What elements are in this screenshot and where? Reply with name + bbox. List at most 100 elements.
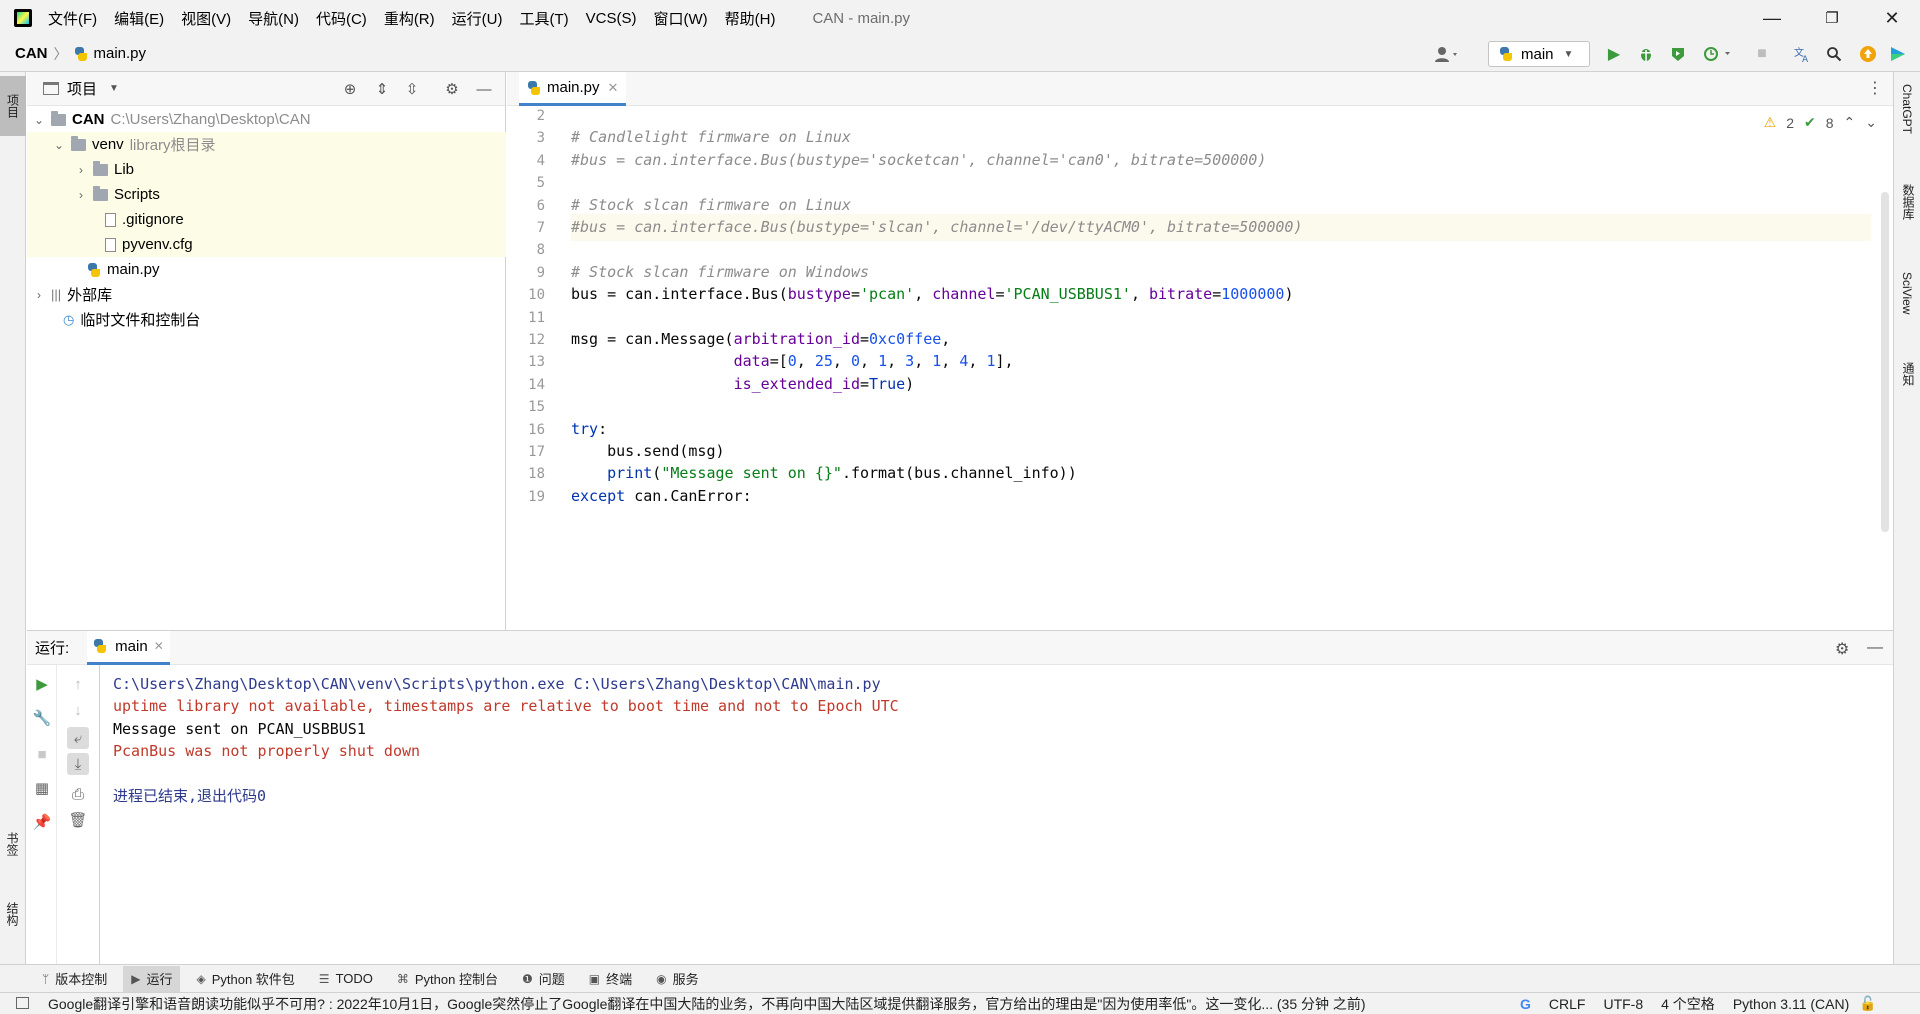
sciview-stripe-button[interactable]: SciView bbox=[1900, 272, 1914, 314]
indent-setting[interactable]: 4 个空格 bbox=[1661, 994, 1715, 1014]
tree-item-main-py[interactable]: main.py bbox=[27, 257, 506, 282]
chevron-down-icon[interactable]: ⌄ bbox=[33, 113, 45, 127]
hide-panel-icon[interactable]: — bbox=[1867, 639, 1883, 657]
chevron-right-icon[interactable]: › bbox=[75, 188, 87, 202]
line-number[interactable]: 8 bbox=[537, 242, 545, 258]
database-stripe-button[interactable]: 数据库 bbox=[1900, 184, 1917, 220]
menu-tools[interactable]: 工具(T) bbox=[519, 8, 568, 29]
line-number[interactable]: 5 bbox=[537, 175, 545, 191]
lock-icon[interactable]: 🔓 bbox=[1859, 995, 1876, 1012]
update-icon[interactable] bbox=[1858, 44, 1878, 64]
line-number[interactable]: 14 bbox=[528, 377, 545, 393]
menu-code[interactable]: 代码(C) bbox=[316, 8, 367, 29]
line-number[interactable]: 18 bbox=[528, 466, 545, 482]
status-message[interactable]: Google翻译引擎和语音朗读功能似乎不可用? : 2022年10月1日，Goo… bbox=[48, 994, 1488, 1014]
google-translate-icon[interactable]: G bbox=[1520, 996, 1531, 1012]
menu-navigate[interactable]: 导航(N) bbox=[248, 8, 299, 29]
menu-refactor[interactable]: 重构(R) bbox=[384, 8, 435, 29]
menu-help[interactable]: 帮助(H) bbox=[725, 8, 776, 29]
line-number[interactable]: 13 bbox=[528, 354, 545, 370]
inspection-widget[interactable]: ⚠ 2 ✔ 8 ⌃ ⌄ bbox=[1764, 114, 1877, 131]
file-encoding[interactable]: UTF-8 bbox=[1603, 996, 1643, 1012]
line-number[interactable]: 7 bbox=[537, 220, 545, 236]
user-icon[interactable] bbox=[1432, 44, 1462, 64]
editor-scrollbar[interactable] bbox=[1881, 192, 1889, 532]
toggle-tool-windows-icon[interactable] bbox=[16, 997, 29, 1009]
gear-icon[interactable]: ⚙ bbox=[1835, 639, 1849, 659]
next-highlight-icon[interactable]: ⌄ bbox=[1865, 114, 1877, 131]
breadcrumb-file[interactable]: main.py bbox=[94, 45, 147, 62]
close-tab-icon[interactable]: ✕ bbox=[608, 80, 619, 96]
line-number[interactable]: 2 bbox=[537, 108, 545, 124]
menu-window[interactable]: 窗口(W) bbox=[653, 8, 707, 29]
line-number[interactable]: 10 bbox=[528, 287, 545, 303]
stop-icon[interactable]: ■ bbox=[1752, 44, 1772, 64]
run-tab-main[interactable]: main ✕ bbox=[87, 630, 170, 665]
tool-todo[interactable]: ☰ TODO bbox=[311, 966, 381, 992]
restore-button[interactable]: ❐ bbox=[1804, 0, 1860, 36]
stop-icon[interactable]: ■ bbox=[31, 743, 53, 765]
run-configuration-select[interactable]: main ▼ bbox=[1488, 41, 1590, 67]
tree-item-gitignore[interactable]: .gitignore bbox=[27, 207, 506, 232]
editor-tab-main-py[interactable]: main.py ✕ bbox=[519, 72, 627, 106]
close-tab-icon[interactable]: ✕ bbox=[154, 639, 164, 653]
coverage-icon[interactable] bbox=[1668, 44, 1688, 64]
menu-edit[interactable]: 编辑(E) bbox=[114, 8, 164, 29]
console-output[interactable]: C:\Users\Zhang\Desktop\CAN\venv\Scripts\… bbox=[113, 665, 1873, 965]
line-number[interactable]: 9 bbox=[537, 265, 545, 281]
tree-item-external-libraries[interactable]: › ||| 外部库 bbox=[27, 282, 506, 307]
bookmarks-stripe-button[interactable]: 书签 bbox=[4, 832, 21, 859]
tool-python-console[interactable]: ⌘ Python 控制台 bbox=[389, 966, 506, 992]
trash-icon[interactable]: 🗑 bbox=[67, 809, 89, 831]
line-number[interactable]: 11 bbox=[528, 310, 545, 326]
tool-problems[interactable]: ❶ 问题 bbox=[514, 966, 573, 992]
line-number[interactable]: 16 bbox=[528, 422, 545, 438]
print-icon[interactable]: ⎙ bbox=[67, 783, 89, 805]
arrow-up-icon[interactable]: ↑ bbox=[67, 673, 89, 695]
gear-icon[interactable]: ⚙ bbox=[443, 80, 461, 98]
run-icon[interactable]: ▶ bbox=[1604, 44, 1624, 64]
notifications-stripe-button[interactable]: 通知 bbox=[1900, 362, 1917, 386]
scroll-to-end-icon[interactable]: ⤓ bbox=[67, 753, 89, 775]
layout-icon[interactable]: ▦ bbox=[31, 777, 53, 799]
close-window-button[interactable]: ✕ bbox=[1864, 0, 1920, 36]
line-number[interactable]: 12 bbox=[528, 332, 545, 348]
menu-view[interactable]: 视图(V) bbox=[181, 8, 231, 29]
line-number[interactable]: 15 bbox=[528, 399, 545, 415]
translate-icon[interactable]: 文A bbox=[1792, 44, 1812, 64]
arrow-down-icon[interactable]: ↓ bbox=[67, 699, 89, 721]
structure-stripe-button[interactable]: 结构 bbox=[4, 902, 21, 929]
project-stripe-button[interactable]: 项目 bbox=[0, 76, 26, 136]
more-options-icon[interactable]: ⋮ bbox=[1867, 78, 1883, 98]
tree-item-pyvenv-cfg[interactable]: pyvenv.cfg bbox=[27, 232, 506, 257]
profile-icon[interactable] bbox=[1700, 44, 1736, 64]
menu-vcs[interactable]: VCS(S) bbox=[586, 10, 637, 27]
debug-icon[interactable] bbox=[1636, 44, 1656, 64]
line-number[interactable]: 3 bbox=[537, 130, 545, 146]
code-line[interactable]: except can.CanError: bbox=[571, 483, 1871, 510]
chevron-down-icon[interactable]: ⌄ bbox=[53, 138, 65, 152]
tool-python-packages[interactable]: ◈ Python 软件包 bbox=[188, 966, 302, 992]
collapse-all-icon[interactable]: ⇳ bbox=[403, 80, 421, 98]
chevron-down-icon[interactable]: ▼ bbox=[109, 83, 119, 94]
tool-run[interactable]: ▶ 运行 bbox=[123, 965, 181, 992]
hide-panel-icon[interactable]: — bbox=[475, 80, 493, 98]
tree-item-scripts[interactable]: › Scripts bbox=[27, 182, 506, 207]
minimize-button[interactable]: — bbox=[1744, 0, 1800, 36]
tool-services[interactable]: ◉ 服务 bbox=[648, 966, 707, 992]
previous-highlight-icon[interactable]: ⌃ bbox=[1844, 114, 1856, 131]
pin-icon[interactable]: 📌 bbox=[31, 811, 53, 833]
chatgpt-stripe-button[interactable]: ChatGPT bbox=[1900, 84, 1914, 134]
chevron-right-icon[interactable]: › bbox=[75, 163, 87, 177]
project-panel-title[interactable]: 项目 bbox=[67, 78, 97, 99]
menu-run[interactable]: 运行(U) bbox=[452, 8, 503, 29]
jetbrains-toolbox-icon[interactable] bbox=[1888, 44, 1908, 64]
tree-item-venv[interactable]: ⌄ venv library根目录 bbox=[27, 132, 506, 157]
soft-wrap-icon[interactable]: ⤶ bbox=[67, 727, 89, 749]
search-icon[interactable] bbox=[1824, 44, 1844, 64]
locate-file-icon[interactable]: ⊕ bbox=[341, 80, 359, 98]
chevron-right-icon[interactable]: › bbox=[33, 288, 45, 302]
rerun-icon[interactable]: ▶ bbox=[31, 673, 53, 695]
breadcrumb-project[interactable]: CAN bbox=[15, 45, 48, 62]
line-separator[interactable]: CRLF bbox=[1549, 996, 1586, 1012]
